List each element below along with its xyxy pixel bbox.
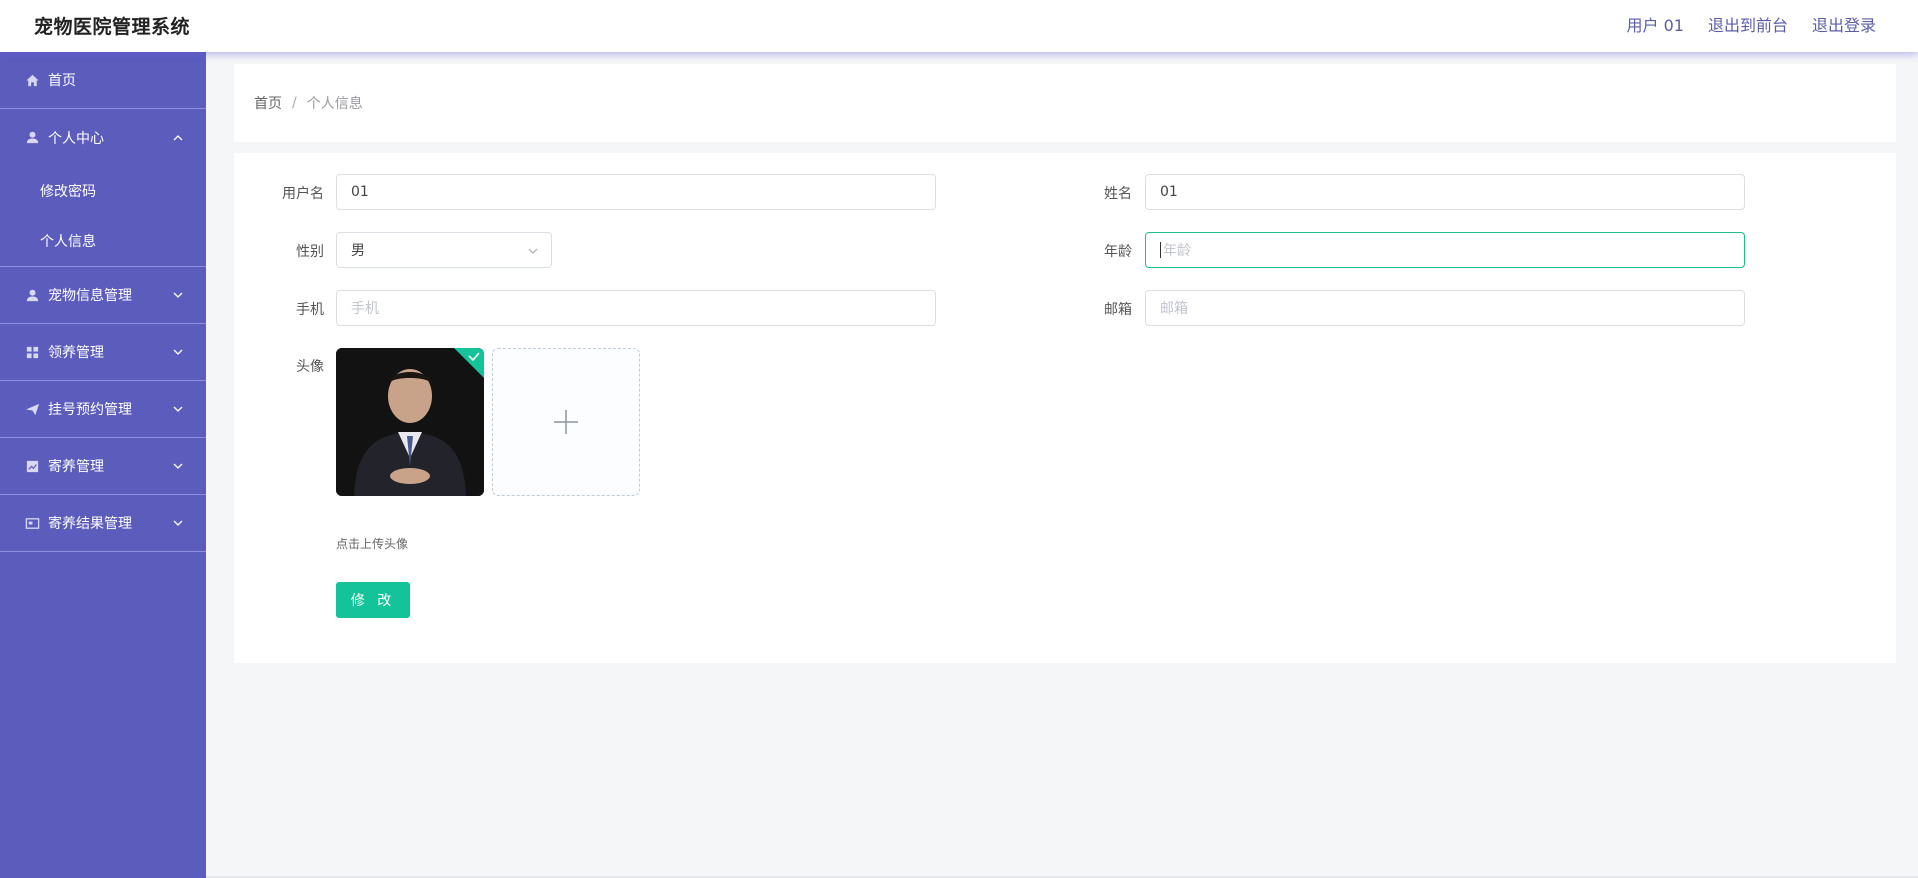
card-icon bbox=[24, 515, 40, 531]
chevron-down-icon bbox=[528, 248, 538, 254]
current-user-link[interactable]: 用户 01 bbox=[1627, 12, 1684, 36]
chart-icon bbox=[24, 458, 40, 474]
chevron-up-icon bbox=[173, 134, 183, 140]
sidebar-item-boarding-result[interactable]: 寄养结果管理 bbox=[0, 495, 206, 552]
sidebar-subitem-personal-info[interactable]: 个人信息 bbox=[0, 216, 206, 266]
sidebar-item-label: 领养管理 bbox=[48, 345, 104, 361]
breadcrumb-home[interactable]: 首页 bbox=[254, 93, 282, 113]
phone-placeholder: 手机 bbox=[351, 301, 379, 317]
personal-info-form: 用户名 01 姓名 01 性别 男 年龄 年龄 手机 手机 邮箱 邮箱 头像 点… bbox=[234, 153, 1896, 663]
sidebar-item-adoption[interactable]: 领养管理 bbox=[0, 324, 206, 381]
gender-select[interactable]: 男 bbox=[336, 232, 552, 268]
name-label: 姓名 bbox=[1104, 186, 1132, 202]
name-value: 01 bbox=[1160, 184, 1178, 200]
plus-icon bbox=[554, 410, 578, 434]
username-input[interactable]: 01 bbox=[336, 174, 936, 210]
age-label: 年龄 bbox=[1104, 244, 1132, 260]
name-input[interactable]: 01 bbox=[1145, 174, 1745, 210]
chevron-down-icon bbox=[173, 463, 183, 469]
gender-value: 男 bbox=[351, 243, 365, 259]
sidebar-item-label: 挂号预约管理 bbox=[48, 402, 132, 418]
sidebar-item-personal-center[interactable]: 个人中心 bbox=[0, 109, 206, 166]
sidebar-subitem-change-password[interactable]: 修改密码 bbox=[0, 166, 206, 216]
breadcrumb-separator: / bbox=[292, 95, 297, 111]
sidebar: 首页 个人中心 修改密码 个人信息 宠物信息管理 领养管理 挂号预约管理 寄养管… bbox=[0, 52, 206, 878]
upload-tip: 点击上传头像 bbox=[336, 537, 409, 551]
user-icon bbox=[24, 130, 40, 146]
username-value: 01 bbox=[351, 184, 369, 200]
user-icon bbox=[24, 287, 40, 303]
breadcrumb-current: 个人信息 bbox=[306, 96, 363, 112]
breadcrumb: 首页 / 个人信息 bbox=[234, 64, 1896, 142]
logout-link[interactable]: 退出登录 bbox=[1812, 12, 1876, 36]
phone-input[interactable]: 手机 bbox=[336, 290, 936, 326]
email-label: 邮箱 bbox=[1104, 302, 1132, 318]
send-icon bbox=[24, 401, 40, 417]
submit-button[interactable]: 修 改 bbox=[336, 582, 410, 618]
grid-icon bbox=[24, 344, 40, 360]
email-input[interactable]: 邮箱 bbox=[1145, 290, 1745, 326]
sidebar-item-home[interactable]: 首页 bbox=[0, 52, 206, 109]
age-input[interactable]: 年龄 bbox=[1145, 232, 1745, 268]
avatar-image bbox=[336, 348, 484, 496]
sidebar-item-pet-info[interactable]: 宠物信息管理 bbox=[0, 267, 206, 324]
sidebar-item-label: 首页 bbox=[48, 73, 76, 89]
sidebar-item-label: 宠物信息管理 bbox=[48, 288, 132, 304]
phone-label: 手机 bbox=[296, 302, 324, 318]
gender-label: 性别 bbox=[296, 244, 324, 260]
avatar-label: 头像 bbox=[296, 359, 324, 375]
sidebar-item-boarding[interactable]: 寄养管理 bbox=[0, 438, 206, 495]
sidebar-item-label: 寄养管理 bbox=[48, 459, 104, 475]
sidebar-item-appointment[interactable]: 挂号预约管理 bbox=[0, 381, 206, 438]
app-title: 宠物医院管理系统 bbox=[34, 16, 191, 38]
chevron-down-icon bbox=[173, 292, 183, 298]
avatar-upload-button[interactable] bbox=[492, 348, 640, 496]
sidebar-item-label: 寄养结果管理 bbox=[48, 516, 132, 532]
home-icon bbox=[24, 72, 40, 88]
sidebar-item-label: 个人中心 bbox=[48, 130, 104, 147]
email-placeholder: 邮箱 bbox=[1160, 301, 1188, 317]
chevron-down-icon bbox=[173, 520, 183, 526]
chevron-down-icon bbox=[173, 406, 183, 412]
personal-center-submenu: 修改密码 个人信息 bbox=[0, 166, 206, 267]
avatar-thumbnail[interactable] bbox=[336, 348, 484, 496]
exit-front-link[interactable]: 退出到前台 bbox=[1708, 12, 1788, 36]
username-label: 用户名 bbox=[282, 186, 324, 202]
top-header: 宠物医院管理系统 用户 01 退出到前台 退出登录 bbox=[0, 0, 1918, 52]
text-caret bbox=[1160, 242, 1161, 258]
age-placeholder: 年龄 bbox=[1163, 243, 1191, 259]
header-links: 用户 01 退出到前台 退出登录 bbox=[1627, 12, 1876, 36]
chevron-down-icon bbox=[173, 349, 183, 355]
